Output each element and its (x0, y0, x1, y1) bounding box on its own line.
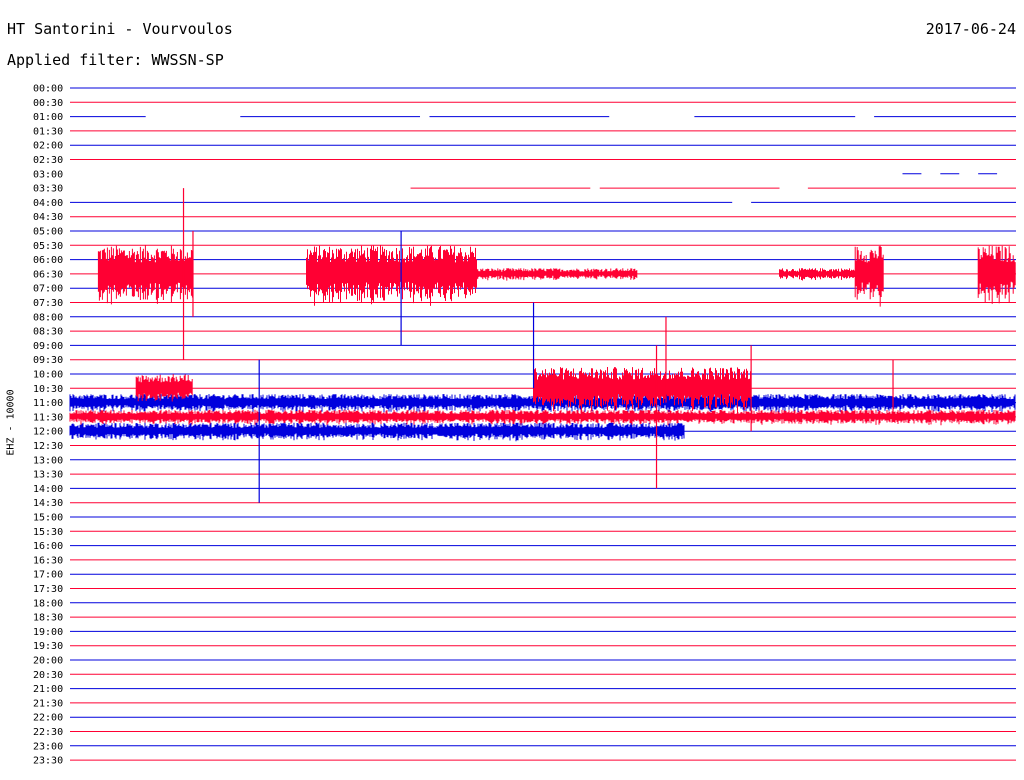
row-time-label: 05:00 (33, 227, 63, 238)
row-time-label: 03:00 (33, 169, 63, 180)
row-time-label: 16:00 (33, 541, 63, 552)
row-time-label: 15:30 (33, 527, 63, 538)
row-time-label: 10:00 (33, 370, 63, 381)
row-time-label: 10:30 (33, 384, 63, 395)
row-time-label: 19:00 (33, 627, 63, 638)
helicorder-plot: 00:00 00:30 01:00 01:30 02:00 02:30 03:00 03:30… (33, 84, 1016, 767)
row-time-label: 07:00 (33, 284, 63, 295)
row-time-label: 15:00 (33, 513, 63, 524)
row-time-label: 22:30 (33, 727, 63, 738)
row-time-label: 21:00 (33, 684, 63, 695)
row-time-label: 05:30 (33, 241, 63, 252)
row-time-label: 00:00 (33, 84, 63, 95)
row-time-label: 18:00 (33, 598, 63, 609)
trace-noise-band (977, 245, 1016, 304)
row-time-label: 13:30 (33, 470, 63, 481)
row-time-label: 07:30 (33, 298, 63, 309)
row-time-label: 13:00 (33, 455, 63, 466)
row-time-label: 00:30 (33, 98, 63, 109)
row-time-label: 02:30 (33, 155, 63, 166)
row-time-label: 20:00 (33, 656, 63, 667)
row-time-label: 22:00 (33, 713, 63, 724)
row-time-label: 18:30 (33, 613, 63, 624)
row-time-label: 23:30 (33, 756, 63, 767)
row-time-label: 11:00 (33, 398, 63, 409)
row-time-label: 12:30 (33, 441, 63, 452)
row-time-label: 01:00 (33, 112, 63, 123)
row-time-label: 12:00 (33, 427, 63, 438)
row-time-label: 20:30 (33, 670, 63, 681)
row-time-label: 03:30 (33, 184, 63, 195)
trace-noise-band (854, 245, 884, 307)
row-time-label: 04:30 (33, 212, 63, 223)
row-time-label: 21:30 (33, 698, 63, 709)
trace-noise-band (69, 422, 685, 442)
row-time-label: 17:00 (33, 570, 63, 581)
trace-noise-band (779, 268, 865, 281)
trace-noise-band (306, 245, 477, 306)
row-time-label: 16:30 (33, 555, 63, 566)
row-time-label: 09:00 (33, 341, 63, 352)
trace-noise-band (97, 245, 193, 305)
row-time-label: 02:00 (33, 141, 63, 152)
row-time-label: 06:00 (33, 255, 63, 266)
row-time-label: 04:00 (33, 198, 63, 209)
row-time-label: 14:30 (33, 498, 63, 509)
row-time-label: 06:30 (33, 269, 63, 280)
row-time-label: 08:30 (33, 327, 63, 338)
row-time-label: 17:30 (33, 584, 63, 595)
row-time-label: 14:00 (33, 484, 63, 495)
row-time-label: 01:30 (33, 126, 63, 137)
row-time-label: 08:00 (33, 312, 63, 323)
row-time-label: 19:30 (33, 641, 63, 652)
trace-noise-band (476, 268, 638, 281)
row-time-label: 23:00 (33, 741, 63, 752)
row-time-label: 11:30 (33, 412, 63, 423)
row-time-label: 09:30 (33, 355, 63, 366)
